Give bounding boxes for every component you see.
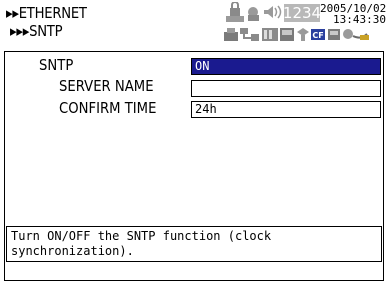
key-icon xyxy=(248,7,259,21)
svg-text:CF: CF xyxy=(312,31,323,40)
breadcrumb-ethernet[interactable]: ▸▸ETHERNET xyxy=(6,5,87,21)
memory-icon xyxy=(262,28,278,41)
sntp-label: SNTP xyxy=(39,56,74,74)
counter-badge: 1234 xyxy=(283,4,321,22)
speaker-icon xyxy=(264,5,282,19)
title-bar: ▸▸ETHERNET ▸▸▸SNTP 1234 CF 2005/10/02 13… xyxy=(0,0,386,50)
sntp-onoff-field[interactable]: ON xyxy=(191,58,381,75)
usb-icon xyxy=(297,28,309,41)
clock-time: 13:43:30 xyxy=(333,13,386,26)
counter-text: 1234 xyxy=(283,4,321,22)
server-name-label: SERVER NAME xyxy=(59,77,154,95)
paper-roll-icon xyxy=(343,29,369,40)
help-message: Turn ON/OFF the SNTP function (clock syn… xyxy=(6,226,382,262)
breadcrumb-sntp[interactable]: ▸▸▸SNTP xyxy=(10,23,63,39)
confirm-time-field[interactable]: 24h xyxy=(191,101,381,118)
server-name-field[interactable] xyxy=(191,80,381,97)
printer-icon xyxy=(224,28,238,41)
clock: 2005/10/02 13:43:30 xyxy=(320,3,386,25)
network-icon xyxy=(240,28,259,41)
cf-card-icon: CF xyxy=(311,29,325,40)
sd-card-icon xyxy=(328,29,340,40)
drive-icon xyxy=(280,28,294,41)
confirm-time-label: CONFIRM TIME xyxy=(59,99,157,117)
lock-icon xyxy=(226,2,244,22)
